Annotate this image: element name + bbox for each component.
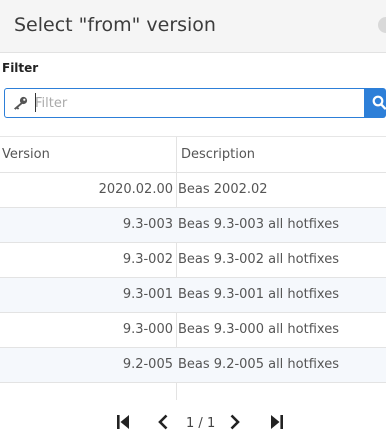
cell-version: 9.3-003 — [122, 217, 173, 232]
next-page-icon[interactable] — [229, 414, 241, 430]
page-separator: / — [198, 416, 203, 431]
filter-label: Filter — [2, 61, 39, 75]
cell-version: 2020.02.00 — [98, 182, 173, 197]
cell-description: Beas 9.3-002 all hotfixes — [178, 252, 339, 267]
table-row[interactable]: 2020.02.00 Beas 2002.02 — [0, 172, 386, 207]
last-page-icon[interactable] — [270, 414, 284, 430]
cell-version: 9.2-005 — [122, 357, 173, 372]
cell-description: Beas 9.3-000 all hotfixes — [178, 322, 339, 337]
table-row[interactable]: 9.3-001 Beas 9.3-001 all hotfixes — [0, 277, 386, 312]
first-page-icon[interactable] — [116, 414, 130, 430]
table-header: Version Description — [0, 137, 386, 172]
search-button[interactable] — [365, 88, 386, 118]
filter-field[interactable] — [4, 88, 365, 118]
cell-version: 9.3-000 — [122, 322, 173, 337]
search-icon — [372, 95, 386, 110]
column-header-version[interactable]: Version — [2, 147, 50, 162]
filter-input[interactable] — [35, 92, 355, 114]
cell-description: Beas 9.2-005 all hotfixes — [178, 357, 339, 372]
total-pages: 1 — [206, 416, 216, 431]
pagination: 1 / 1 — [0, 410, 386, 436]
dialog-header: Select "from" version — [0, 0, 386, 53]
key-icon — [14, 96, 28, 110]
cell-version: 9.3-001 — [122, 287, 173, 302]
cell-version: 9.3-002 — [122, 252, 173, 267]
current-page: 1 — [186, 416, 195, 431]
page-indicator: 1 / 1 — [186, 416, 215, 431]
previous-page-icon[interactable] — [157, 414, 169, 430]
cell-description: Beas 9.3-001 all hotfixes — [178, 287, 339, 302]
table-row[interactable]: 9.3-000 Beas 9.3-000 all hotfixes — [0, 312, 386, 347]
column-header-description[interactable]: Description — [181, 147, 255, 162]
cell-description: Beas 9.3-003 all hotfixes — [178, 217, 339, 232]
text-caret — [35, 93, 36, 112]
table-row[interactable]: 9.3-003 Beas 9.3-003 all hotfixes — [0, 207, 386, 242]
close-icon[interactable] — [378, 17, 386, 33]
table-row-partial[interactable] — [0, 382, 386, 399]
table-row[interactable]: 9.3-002 Beas 9.3-002 all hotfixes — [0, 242, 386, 277]
table-body: 2020.02.00 Beas 2002.02 9.3-003 Beas 9.3… — [0, 172, 386, 399]
dialog-title: Select "from" version — [14, 14, 216, 36]
cell-description: Beas 2002.02 — [178, 182, 268, 197]
table-row[interactable]: 9.2-005 Beas 9.2-005 all hotfixes — [0, 347, 386, 382]
